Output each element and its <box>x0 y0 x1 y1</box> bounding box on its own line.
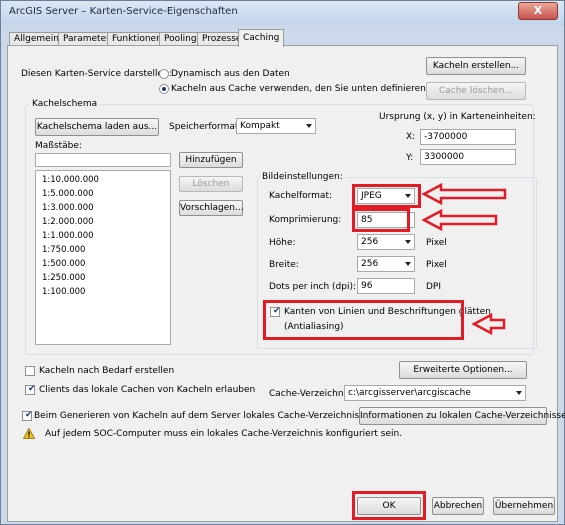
checkmark-icon: ✔ <box>28 384 36 394</box>
dialog-window: ArcGIS Server – Karten-Service-Eigenscha… <box>0 0 565 525</box>
chevron-down-icon <box>405 262 411 266</box>
height-value: 256 <box>361 237 379 247</box>
scales-list[interactable]: 1:10.000.000 1:5.000.000 1:3.000.000 1:2… <box>35 170 171 345</box>
display-label: Diesen Karten-Service darstellen: <box>21 69 172 79</box>
radio-dynamic-label: Dynamisch aus den Daten <box>171 69 290 79</box>
annotation-box-ok <box>352 491 426 520</box>
width-label: Breite: <box>269 260 299 270</box>
chevron-down-icon <box>516 391 522 395</box>
width-select[interactable]: 256 <box>357 256 415 272</box>
on-demand-checkbox[interactable] <box>25 366 35 376</box>
suggest-button[interactable]: Vorschlagen... <box>179 200 244 216</box>
y-input[interactable]: 3300000 <box>420 149 516 165</box>
cache-dir-select[interactable]: c:\arcgisserver\arcgiscache <box>344 385 526 401</box>
local-cache-checkbox[interactable]: ✔ <box>25 384 36 395</box>
add-scale-button[interactable]: Hinzufügen <box>179 152 243 168</box>
window-title: ArcGIS Server – Karten-Service-Eigenscha… <box>9 6 238 17</box>
local-cache-label: Clients das lokale Cachen von Kacheln er… <box>39 385 256 395</box>
origin-label: Ursprung (x, y) in Karteneinheiten: <box>379 112 536 122</box>
close-button[interactable]: X <box>518 2 558 20</box>
create-tiles-button[interactable]: Kacheln erstellen... <box>426 57 526 75</box>
scales-label: Maßstäbe: <box>35 141 82 151</box>
on-demand-label: Kacheln nach Bedarf erstellen <box>39 366 175 376</box>
list-item[interactable]: 1:5.000.000 <box>42 189 94 199</box>
radio-cache-label: Kacheln aus Cache verwenden, den Sie unt… <box>171 84 426 94</box>
warning-text: Auf jedem SOC-Computer muss ein lokales … <box>45 429 403 439</box>
radio-dynamic[interactable] <box>159 69 169 79</box>
list-item[interactable]: 1:250.000 <box>42 273 85 283</box>
radio-selected-dot <box>162 87 166 91</box>
y-label: Y: <box>406 153 414 163</box>
arrow-left-icon <box>421 182 507 206</box>
annotation-box-format <box>352 184 421 208</box>
local-cache-info-button[interactable]: Informationen zu lokalen Cache-Verzeichn… <box>359 407 565 425</box>
arrow-left-icon <box>421 208 498 232</box>
storage-label: Speicherformat: <box>169 122 242 132</box>
width-value: 256 <box>361 259 379 269</box>
height-select[interactable]: 256 <box>357 234 415 250</box>
height-label: Höhe: <box>269 238 296 248</box>
cancel-button[interactable]: Abbrechen <box>432 497 484 515</box>
list-item[interactable]: 1:3.000.000 <box>42 203 94 213</box>
chevron-down-icon <box>306 124 312 128</box>
radio-cache[interactable] <box>159 84 169 94</box>
storage-value: Kompakt <box>240 121 280 131</box>
delete-scale-button[interactable]: Löschen <box>179 176 243 192</box>
list-item[interactable]: 1:10.000.000 <box>42 175 99 185</box>
load-scheme-button[interactable]: Kachelschema laden aus... <box>35 118 159 136</box>
list-item[interactable]: 1:2.000.000 <box>42 217 94 227</box>
chevron-down-icon <box>405 240 411 244</box>
arrow-left-icon <box>471 312 506 336</box>
tab-pooling[interactable]: Pooling <box>159 32 202 46</box>
apply-button[interactable]: Übernehmen <box>493 497 555 515</box>
list-item[interactable]: 1:100.000 <box>42 287 85 297</box>
list-item[interactable]: 1:750.000 <box>42 245 85 255</box>
x-label: X: <box>406 132 416 142</box>
x-input[interactable]: -3700000 <box>420 129 516 145</box>
list-item[interactable]: 1:1.000.000 <box>42 231 94 241</box>
list-item[interactable]: 1:500.000 <box>42 259 85 269</box>
image-settings-label: Bildeinstellungen: <box>260 172 345 182</box>
format-label: Kachelformat: <box>269 191 333 201</box>
compression-label: Komprimierung: <box>269 215 342 225</box>
tiling-scheme-label: Kachelschema <box>30 99 100 109</box>
warning-icon <box>23 428 35 439</box>
dpi-label: Dots per inch (dpi): <box>269 282 357 292</box>
annotation-box-compression <box>352 208 410 232</box>
dpi-input[interactable]: 96 <box>357 278 415 294</box>
tab-allgemein[interactable]: Allgemein <box>9 32 64 46</box>
delete-cache-button[interactable]: Cache löschen... <box>426 82 526 100</box>
tab-caching[interactable]: Caching <box>238 29 285 47</box>
annotation-arrows <box>421 182 507 336</box>
title-bar: ArcGIS Server – Karten-Service-Eigenscha… <box>1 1 564 25</box>
cache-dir-value: c:\arcgisserver\arcgiscache <box>348 388 471 398</box>
server-local-dir-checkbox[interactable]: ✔ <box>22 410 33 421</box>
scale-input[interactable] <box>35 153 171 167</box>
advanced-options-button[interactable]: Erweiterte Optionen... <box>399 361 527 379</box>
cache-dir-label: Cache-Verzeichnis: <box>269 389 354 399</box>
storage-select[interactable]: Kompakt <box>236 118 316 134</box>
checkmark-icon: ✔ <box>25 410 33 420</box>
tab-funktionen[interactable]: Funktionen <box>107 32 167 46</box>
